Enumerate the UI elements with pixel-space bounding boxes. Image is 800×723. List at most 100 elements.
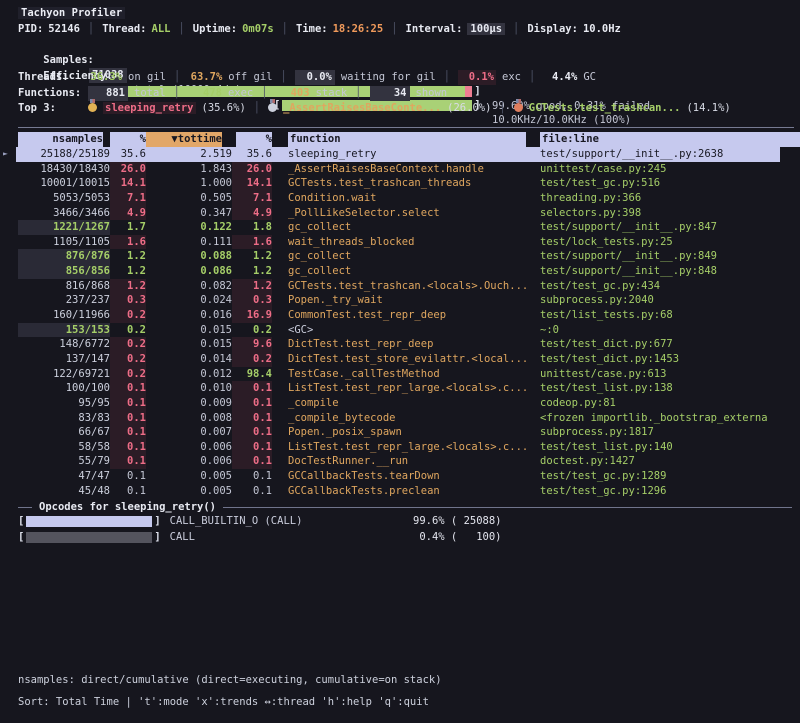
table-row[interactable]: 58/580.10.0060.1ListTest.test_repr_large… (0, 440, 800, 455)
table-row[interactable]: 45/480.10.0050.1GCCallbackTests.preclean… (0, 484, 800, 499)
cell-tottime: 0.005 (146, 469, 232, 484)
cell-file-line: ~:0 (540, 323, 800, 338)
cell-function: ListTest.test_repr_large.<locals>.c... (288, 440, 540, 455)
table-row[interactable]: 100/1000.10.0100.1ListTest.test_repr_lar… (0, 381, 800, 396)
cell-function: TestCase._callTestMethod (288, 367, 540, 382)
threads-segment: 36.3%on gil (88, 71, 166, 83)
cell-pct-cumulative: 14.1 (232, 176, 272, 191)
functions-value: 34 (370, 86, 410, 101)
cell-function: _AssertRaisesBaseContext.handle (288, 162, 540, 177)
cell-file-line: <frozen importlib._bootstrap_externa (540, 411, 800, 426)
cell-pct-cumulative: 0.1 (232, 469, 272, 484)
separator-pipe: │ (391, 23, 397, 35)
cell-pct-direct: 0.2 (110, 352, 146, 367)
cell-pct-direct: 14.1 (110, 176, 146, 191)
cell-nsamples: 58/58 (18, 440, 110, 455)
column-header-pct-direct[interactable]: % (110, 132, 146, 147)
top3-function-name: _AssertRaisesBaseConte... (283, 102, 441, 114)
top3-percent: (14.1%) (686, 102, 730, 114)
cell-nsamples: 25188/25189 (18, 147, 110, 162)
cell-pct-cumulative: 0.1 (232, 454, 272, 469)
cell-file-line: subprocess.py:1817 (540, 425, 800, 440)
column-header-pct-cumulative[interactable]: % (232, 132, 272, 147)
table-row[interactable]: 1105/11051.60.1111.6wait_threads_blocked… (0, 235, 800, 250)
table-row[interactable]: 160/119660.20.01616.9CommonTest.test_rep… (0, 308, 800, 323)
cell-function: gc_collect (288, 220, 540, 235)
cell-pct-direct: 35.6 (110, 147, 146, 162)
row-selection-marker (0, 440, 18, 455)
threads-label: Threads: (18, 70, 88, 85)
status-label: Display: (527, 23, 578, 35)
table-row[interactable]: 3466/34664.90.3474.9_PollLikeSelector.se… (0, 206, 800, 221)
table-row[interactable]: 856/8561.20.0861.2gc_collecttest/support… (0, 264, 800, 279)
table-top-divider (18, 127, 794, 128)
cell-pct-cumulative: 1.2 (232, 279, 272, 294)
cell-tottime: 1.843 (146, 162, 232, 177)
separator-pipe: │ (499, 102, 505, 114)
table-row[interactable]: 47/470.10.0050.1GCCallbackTests.tearDown… (0, 469, 800, 484)
cell-pct-cumulative: 26.0 (232, 162, 272, 177)
column-header-file-line[interactable]: file:line (540, 132, 800, 147)
cell-pct-direct: 0.1 (110, 484, 146, 499)
functions-unit: exec (228, 87, 253, 99)
status-line: PID:52146│Thread:ALL│Uptime:0m07s│Time:1… (18, 22, 800, 37)
cell-pct-direct: 0.2 (110, 308, 146, 323)
cell-tottime: 0.086 (146, 264, 232, 279)
threads-value: 0.0% (295, 70, 335, 85)
cell-function: <GC> (288, 323, 540, 338)
cell-pct-direct: 0.2 (110, 367, 146, 382)
table-row[interactable]: 122/697210.20.01298.4TestCase._callTestM… (0, 367, 800, 382)
status-label: Uptime: (193, 23, 237, 35)
cell-nsamples: 66/67 (18, 425, 110, 440)
row-selection-marker (0, 381, 18, 396)
table-row[interactable]: 83/830.10.0080.1_compile_bytecode<frozen… (0, 411, 800, 426)
table-row[interactable]: 816/8681.20.0821.2GCTests.test_trashcan.… (0, 279, 800, 294)
cell-function: GCTests.test_trashcan_threads (288, 176, 540, 191)
table-row[interactable]: 153/1530.20.0150.2<GC>~:0 (0, 323, 800, 338)
opcode-name: CALL (170, 530, 195, 545)
bracket-close: ] (154, 530, 160, 545)
row-selection-marker (0, 206, 18, 221)
table-row[interactable]: 137/1470.20.0140.2DictTest.test_store_ev… (0, 352, 800, 367)
top3-percent: (26.0%) (447, 102, 491, 114)
column-header-function[interactable]: function (288, 132, 540, 147)
cell-pct-direct: 0.2 (110, 323, 146, 338)
cell-nsamples: 237/237 (18, 293, 110, 308)
table-row[interactable]: 237/2370.30.0240.3Popen._try_waitsubproc… (0, 293, 800, 308)
threads-value: 4.4% (543, 70, 577, 85)
functions-label: Functions: (18, 86, 88, 101)
row-selection-marker (0, 352, 18, 367)
cell-tottime: 0.024 (146, 293, 232, 308)
table-row[interactable]: 55/790.10.0060.1DocTestRunner.__rundocte… (0, 454, 800, 469)
cell-tottime: 0.008 (146, 411, 232, 426)
threads-unit: waiting for gil (341, 71, 436, 83)
column-header-nsamples[interactable]: nsamples (18, 132, 110, 147)
table-row[interactable]: 95/950.10.0090.1_compilecodeop.py:81 (0, 396, 800, 411)
opcodes-title: Opcodes for sleeping_retry() (39, 501, 216, 513)
cell-pct-cumulative: 0.1 (232, 411, 272, 426)
table-row[interactable]: 5053/50537.10.5057.1Condition.waitthread… (0, 191, 800, 206)
separator-pipe: │ (281, 71, 287, 83)
cell-pct-direct: 1.6 (110, 235, 146, 250)
status-segment: Time:18:26:25 (296, 23, 383, 35)
cell-tottime: 0.006 (146, 440, 232, 455)
row-selection-marker (0, 323, 18, 338)
cell-nsamples: 5053/5053 (18, 191, 110, 206)
table-row[interactable]: 1221/12671.70.1221.8gc_collecttest/suppo… (0, 220, 800, 235)
table-row[interactable]: 876/8761.20.0881.2gc_collecttest/support… (0, 249, 800, 264)
table-row[interactable]: ►25188/2518935.62.51935.6sleeping_retryt… (0, 147, 800, 162)
functions-unit: total (134, 87, 166, 99)
cell-nsamples: 3466/3466 (18, 206, 110, 221)
cell-nsamples: 153/153 (18, 323, 110, 338)
column-header-tottime-sorted[interactable]: ▼tottime (146, 132, 232, 147)
table-row[interactable]: 10001/1001514.11.00014.1GCTests.test_tra… (0, 176, 800, 191)
table-row[interactable]: 18430/1843026.01.84326.0_AssertRaisesBas… (0, 162, 800, 177)
top3-entry: _AssertRaisesBaseConte... (26.0%) (268, 102, 491, 114)
functions-line: Functions:881total│478exec│403stack│34sh… (18, 86, 800, 101)
table-row[interactable]: 148/67720.20.0159.6DictTest.test_repr_de… (0, 337, 800, 352)
row-selection-marker (0, 249, 18, 264)
cell-pct-cumulative: 1.8 (232, 220, 272, 235)
separator-pipe: │ (444, 71, 450, 83)
cell-tottime: 0.015 (146, 323, 232, 338)
table-row[interactable]: 66/670.10.0070.1Popen._posix_spawnsubpro… (0, 425, 800, 440)
